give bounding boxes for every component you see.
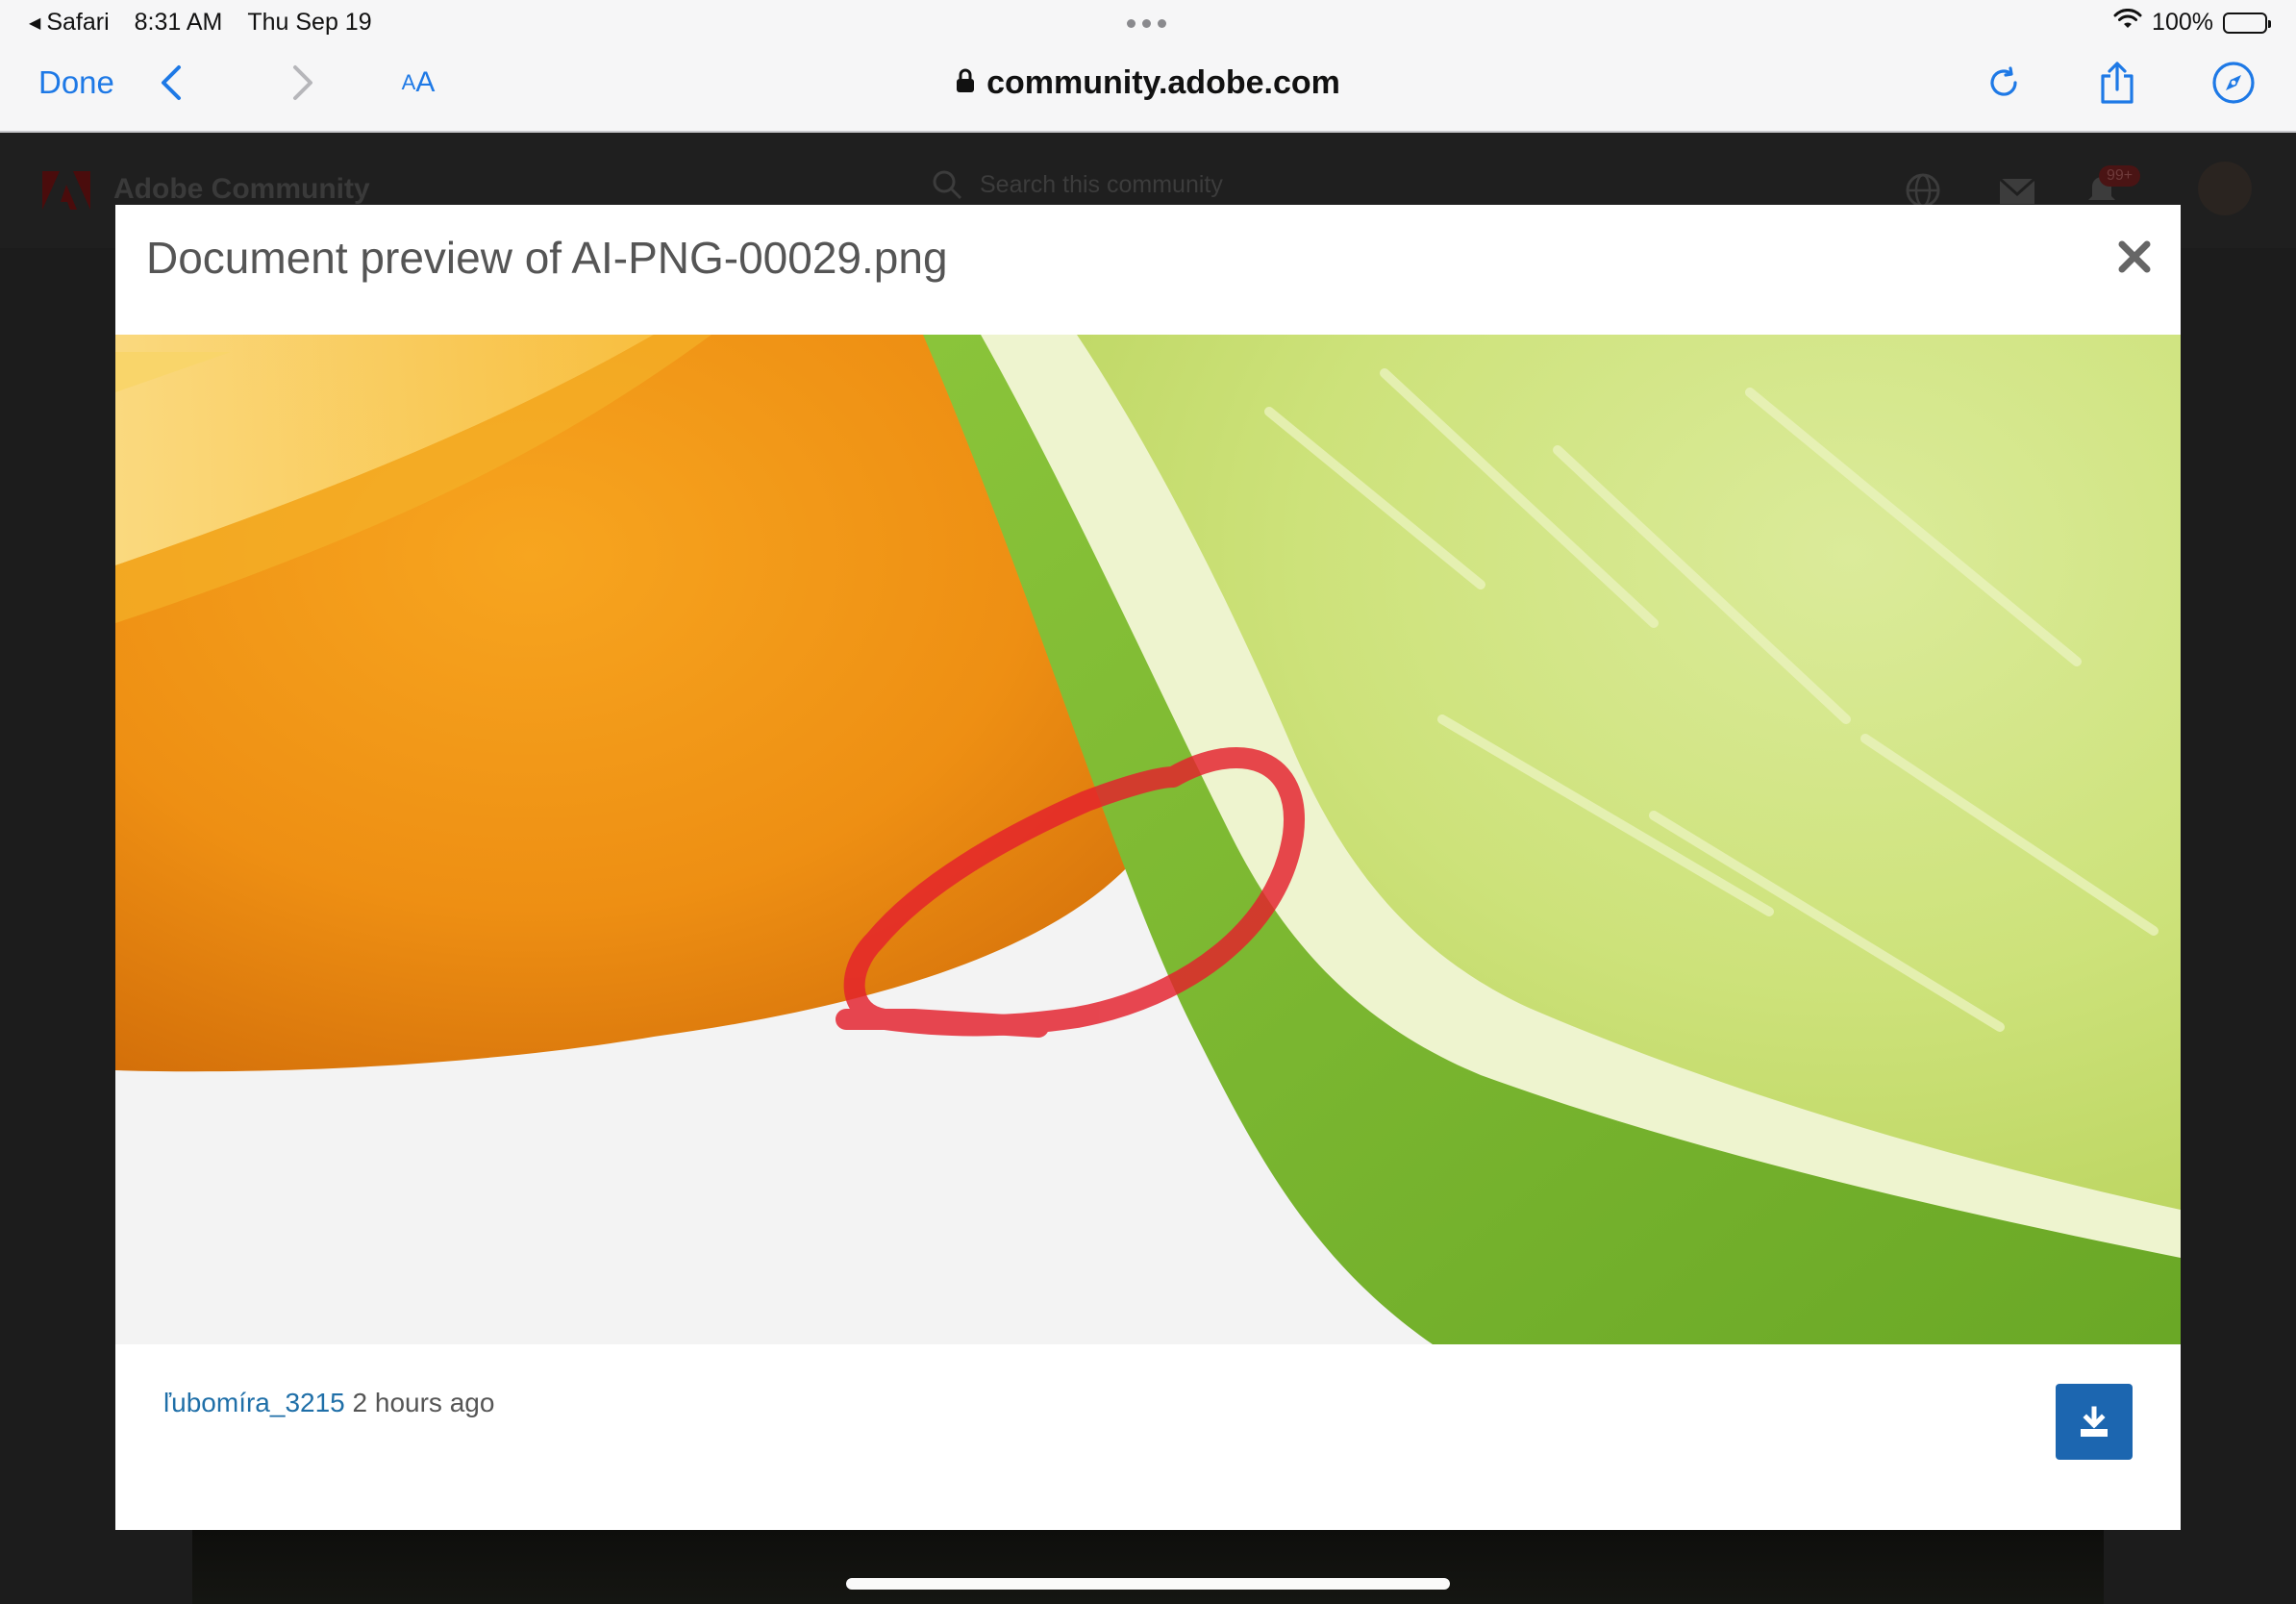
modal-title: Document preview of AI-PNG-00029.png (146, 233, 948, 283)
battery-icon (2223, 12, 2271, 34)
back-app-label: Safari (46, 9, 110, 36)
posted-time: 2 hours ago (352, 1388, 495, 1417)
status-date: Thu Sep 19 (247, 9, 372, 36)
author-line: ľubomíra_3215 2 hours ago (163, 1388, 494, 1418)
user-avatar[interactable] (2198, 162, 2252, 215)
reload-icon[interactable] (1983, 44, 2025, 121)
citrus-photo (115, 335, 2181, 1344)
download-button[interactable] (2056, 1384, 2133, 1460)
author-link[interactable]: ľubomíra_3215 (163, 1388, 345, 1417)
community-name[interactable]: Adobe Community (113, 173, 370, 206)
document-preview-modal: Document preview of AI-PNG-00029.png ľub… (115, 205, 2181, 1530)
mail-icon[interactable] (1998, 171, 2036, 210)
home-indicator[interactable] (846, 1578, 1450, 1590)
page-background-image (192, 1529, 2104, 1604)
back-chevron-icon[interactable] (152, 44, 190, 121)
back-to-app-link[interactable]: ◀ Safari (29, 9, 110, 37)
url-text: community.adobe.com (986, 63, 1340, 101)
back-triangle-icon: ◀ (29, 14, 41, 32)
page-search-placeholder: Search this community (980, 170, 1223, 198)
status-time: 8:31 AM (134, 9, 223, 36)
multitasking-dots-icon[interactable] (1127, 19, 1166, 28)
compass-icon[interactable] (2209, 44, 2258, 121)
forward-chevron-icon[interactable] (284, 44, 322, 121)
lock-icon (956, 64, 975, 102)
status-bar: ◀ Safari 8:31 AM Thu Sep 19 100% (0, 0, 2296, 44)
notification-badge: 99+ (2099, 165, 2141, 187)
share-icon[interactable] (2096, 44, 2138, 121)
done-button[interactable]: Done (38, 44, 114, 121)
adobe-logo-icon (42, 171, 90, 210)
download-icon (2081, 1406, 2108, 1437)
text-size-button[interactable]: AA (394, 44, 442, 121)
wifi-icon (2113, 9, 2142, 37)
battery-percent: 100% (2152, 9, 2213, 36)
text-size-large-a: A (415, 66, 436, 98)
search-icon (933, 170, 962, 200)
address-bar[interactable]: community.adobe.com (898, 44, 1398, 121)
close-icon[interactable] (2117, 239, 2152, 274)
text-size-small-a: A (401, 70, 416, 94)
globe-icon[interactable] (1904, 171, 1942, 210)
safari-toolbar: Done AA community.adobe.com (0, 44, 2296, 133)
image-preview (115, 335, 2181, 1344)
